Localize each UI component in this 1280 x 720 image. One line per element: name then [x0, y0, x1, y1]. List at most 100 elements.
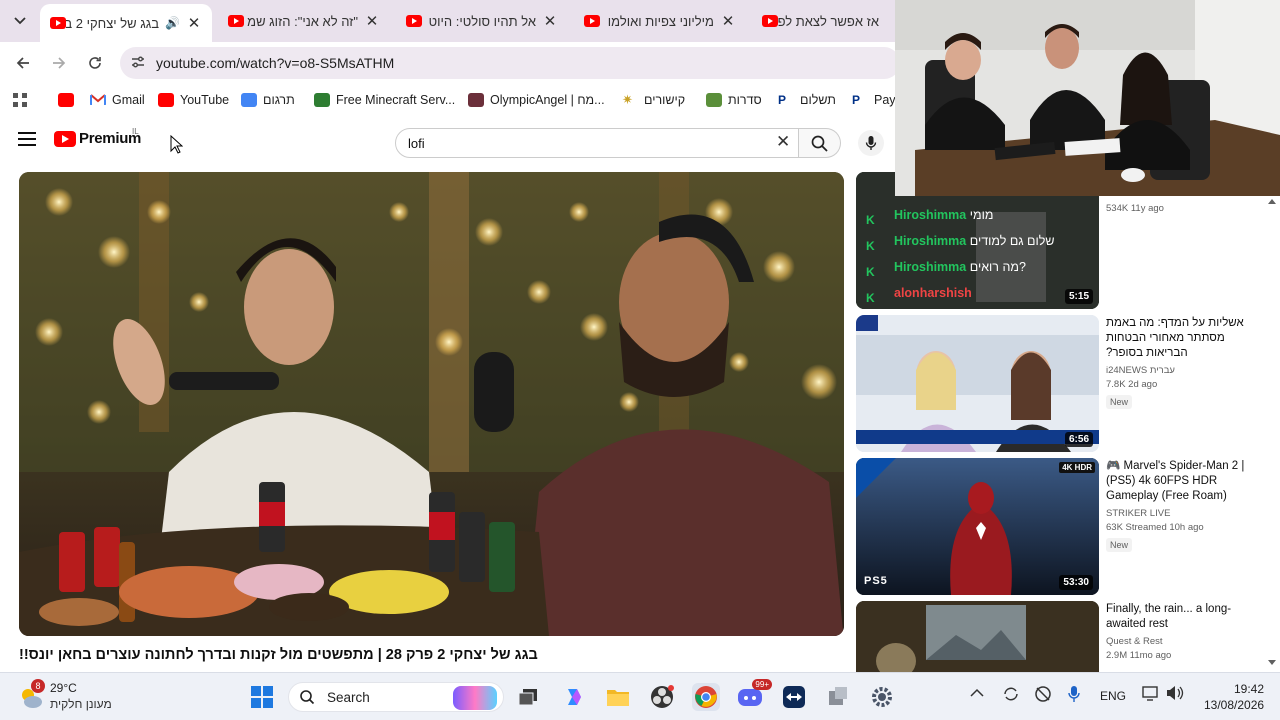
battery-saver-icon[interactable] — [1034, 685, 1052, 706]
tab-title: אז אפשר לצאת לפנ — [778, 13, 879, 29]
site-info-icon[interactable] — [120, 55, 156, 71]
network-tool-icon[interactable] — [824, 683, 852, 711]
channel-name[interactable]: i24NEWS עברית — [1106, 365, 1256, 376]
youtube-favicon-icon — [762, 15, 778, 27]
search-highlight-icon — [453, 686, 497, 710]
clear-search-icon[interactable]: ✕ — [776, 132, 790, 152]
youtube-logo[interactable]: Premium IL — [54, 127, 141, 147]
forward-arrow-icon[interactable] — [46, 50, 72, 76]
bookmark-olympicangel[interactable]: OlympicAngel | מח... — [468, 90, 605, 110]
tab-5[interactable]: אז אפשר לצאת לפנ — [752, 4, 895, 38]
sidebar-meta-4[interactable]: Finally, the rain... a long-awaited rest… — [1106, 602, 1256, 661]
bookmark-label: Gmail — [112, 93, 145, 107]
volume-icon[interactable] — [1166, 685, 1184, 704]
voice-search-button[interactable] — [858, 130, 884, 156]
bookmark-youtube-icon[interactable] — [58, 90, 80, 110]
new-badge: New — [1106, 538, 1133, 552]
youtube-play-icon — [54, 130, 76, 147]
chat-lines: Hiroshimma מומי Hiroshimma שלום גם למודי… — [894, 202, 1055, 306]
close-tab-icon[interactable]: ✕ — [542, 12, 558, 30]
task-view-icon[interactable] — [514, 683, 542, 711]
close-tab-icon[interactable]: ✕ — [364, 12, 380, 30]
video-title: 🎮 Marvel's Spider-Man 2 | (PS5) 4k 60FPS… — [1106, 460, 1245, 502]
bookmark-series[interactable]: סדרות — [706, 90, 762, 110]
chat-user: alonharshish — [894, 286, 972, 300]
close-tab-icon[interactable]: ✕ — [186, 14, 202, 32]
youtube-header: Premium IL lofi ✕ — [0, 118, 900, 168]
obs-icon[interactable] — [648, 683, 676, 711]
address-bar[interactable]: youtube.com/watch?v=o8-S5MsATHM — [120, 47, 900, 79]
bookmark-label: YouTube — [180, 93, 230, 107]
chat-message: מומי — [969, 208, 994, 222]
search-button[interactable] — [799, 128, 841, 158]
sidebar-thumbnail-4[interactable] — [856, 601, 1099, 672]
bookmark-translate[interactable]: תרגום — [241, 90, 295, 110]
sidebar-thumbnail-3[interactable]: 4K HDR PS5 53:30 — [856, 458, 1099, 595]
bookmark-payment[interactable]: P תשלום — [778, 90, 836, 110]
profile-icon — [468, 93, 484, 107]
speaker-icon[interactable]: 🔊 — [165, 16, 180, 30]
close-tab-icon[interactable]: ✕ — [720, 12, 736, 30]
back-arrow-icon[interactable] — [10, 50, 36, 76]
duration-badge: 53:30 — [1059, 575, 1093, 590]
taskbar-search[interactable]: Search — [288, 682, 504, 712]
search-input[interactable]: lofi — [395, 128, 799, 158]
bookmark-minecraft[interactable]: Free Minecraft Serv... — [314, 90, 455, 110]
weather-temp: 29°C — [50, 681, 77, 695]
video-title: בגג של יצחקי 2 פרק 28 | מתפשטים מול זקנו… — [19, 647, 538, 663]
tray-chevron-up-icon[interactable] — [970, 687, 984, 701]
chat-message: שלום גם למודים — [969, 234, 1055, 248]
chat-user: Hiroshimma — [894, 260, 967, 274]
sidebar-meta-1[interactable]: 534K 11y ago — [1106, 200, 1256, 214]
bookmark-youtube[interactable]: YouTube — [158, 90, 229, 110]
video-player[interactable] — [19, 172, 844, 636]
sidebar-meta-3[interactable]: 🎮 Marvel's Spider-Man 2 | (PS5) 4k 60FPS… — [1106, 459, 1256, 552]
settings-gear-icon[interactable] — [868, 683, 896, 711]
tab-4[interactable]: מיליוני צפיות ואולמו ✕ — [574, 4, 746, 38]
taskbar: 8 29°C מעונן חלקית Search 99+ ENG 19:42 … — [0, 672, 1280, 720]
clock[interactable]: 19:42 13/08/2026 — [1204, 682, 1264, 712]
platform-label: PS5 — [864, 575, 888, 587]
search-icon — [811, 135, 828, 152]
kick-icon: KKKK — [866, 213, 875, 305]
network-icon[interactable] — [1142, 685, 1160, 704]
reload-icon[interactable] — [82, 50, 108, 76]
file-explorer-icon[interactable] — [604, 683, 632, 711]
url-text[interactable]: youtube.com/watch?v=o8-S5MsATHM — [156, 55, 394, 71]
channel-name[interactable]: Quest & Rest — [1106, 636, 1256, 647]
youtube-icon — [158, 93, 174, 107]
search-query[interactable]: lofi — [408, 136, 425, 151]
youtube-favicon-icon — [228, 15, 244, 27]
microphone-icon — [865, 136, 877, 150]
copilot-icon[interactable] — [560, 683, 588, 711]
bookmark-gmail[interactable]: Gmail — [90, 90, 145, 110]
start-button[interactable] — [248, 683, 276, 711]
webcam-overlay — [895, 0, 1280, 196]
search-label: Search — [327, 689, 370, 705]
tab-3[interactable]: אל תהיו סולטי: היוט ✕ — [396, 4, 568, 38]
apps-grid-icon[interactable] — [12, 90, 28, 110]
bookmark-label: קישורים — [644, 93, 686, 107]
bookmark-label: תשלום — [800, 93, 836, 107]
scrollbar[interactable] — [1266, 196, 1278, 670]
channel-name[interactable]: STRIKER LIVE — [1106, 508, 1256, 519]
teamviewer-icon[interactable] — [780, 683, 808, 711]
paypal-icon: P — [852, 93, 861, 107]
bookmark-label: תרגום — [263, 93, 295, 107]
tab-search-icon[interactable] — [8, 9, 32, 33]
quality-badge: 4K HDR — [1059, 462, 1095, 473]
discord-icon[interactable]: 99+ — [736, 679, 772, 711]
bookmark-paypal[interactable]: P Payl — [852, 90, 898, 110]
language-indicator[interactable]: ENG — [1100, 689, 1126, 703]
microphone-tray-icon[interactable] — [1068, 685, 1080, 706]
sync-icon[interactable] — [1002, 685, 1020, 706]
tab-active[interactable]: בגג של יצחקי 2 ב 🔊 ✕ — [40, 4, 212, 42]
bookmark-links[interactable]: ✷ קישורים — [622, 90, 685, 110]
sidebar-meta-2[interactable]: אשליות על המדף: מה באמת מסתתר מאחורי הבט… — [1106, 316, 1256, 409]
tab-2[interactable]: "זה לא אני": הזוג שמ ✕ — [218, 4, 390, 38]
chat-user: Hiroshimma — [894, 208, 967, 222]
tab-title: אל תהיו סולטי: היוט — [428, 13, 536, 29]
hamburger-menu-icon[interactable] — [18, 132, 36, 146]
chrome-icon[interactable] — [692, 683, 720, 711]
sidebar-thumbnail-2[interactable]: 6:56 — [856, 315, 1099, 452]
